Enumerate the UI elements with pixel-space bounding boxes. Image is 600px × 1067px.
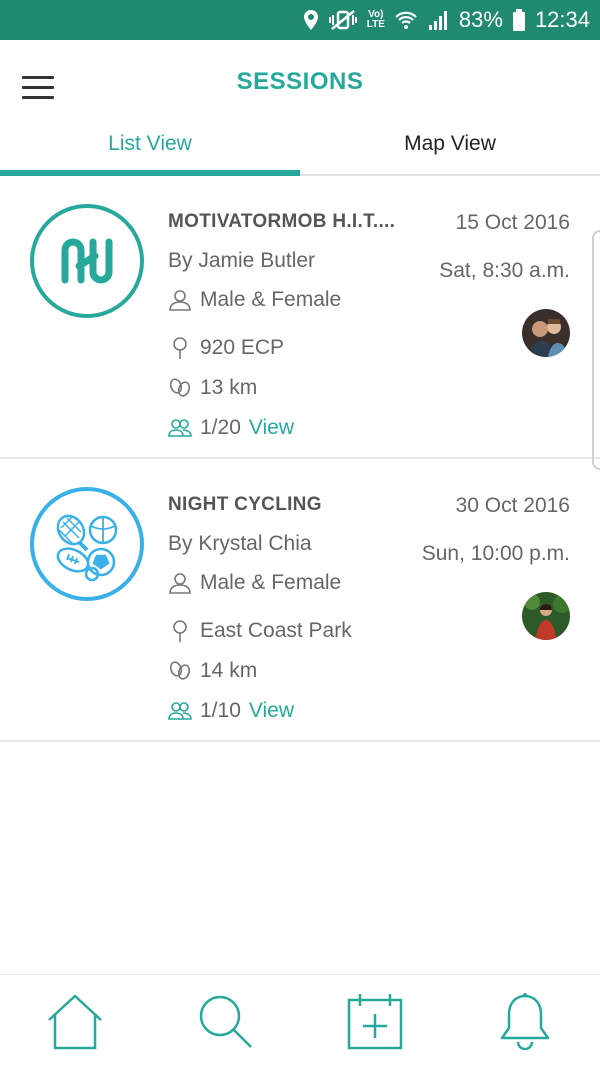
location-pin-icon bbox=[303, 9, 319, 31]
session-location: 920 ECP bbox=[168, 336, 284, 360]
footprints-icon bbox=[169, 378, 191, 397]
person-icon bbox=[169, 573, 191, 594]
session-time: Sat, 8:30 a.m. bbox=[439, 259, 570, 282]
battery-icon bbox=[512, 9, 525, 31]
location-pin-icon bbox=[173, 620, 187, 642]
session-gender-label: Male & Female bbox=[200, 571, 342, 594]
page-title: SESSIONS bbox=[236, 68, 364, 95]
add-event-icon[interactable] bbox=[345, 991, 405, 1051]
bell-icon[interactable] bbox=[495, 991, 555, 1051]
footprints-icon bbox=[169, 661, 191, 680]
session-gender-label: Male & Female bbox=[200, 288, 342, 311]
session-date: 30 Oct 2016 bbox=[455, 494, 570, 517]
app-header: SESSIONS bbox=[0, 40, 600, 120]
avatar[interactable] bbox=[522, 309, 570, 357]
wifi-icon bbox=[395, 10, 417, 30]
participant-count: 1/20 bbox=[200, 416, 241, 439]
home-icon[interactable] bbox=[45, 991, 105, 1051]
session-distance: 13 km bbox=[168, 376, 257, 400]
session-list: MOTIVATORMOB H.I.T.... By Jamie Butler M… bbox=[0, 176, 600, 742]
battery-percent: 83% bbox=[458, 7, 503, 32]
session-location: East Coast Park bbox=[168, 619, 352, 643]
clock: 12:34 bbox=[534, 7, 590, 32]
tab-list-view[interactable]: List View bbox=[0, 120, 300, 176]
session-distance-label: 13 km bbox=[200, 376, 258, 399]
person-icon bbox=[169, 290, 191, 311]
session-participants: 1/10 View bbox=[168, 699, 294, 723]
session-time: Sun, 10:00 p.m. bbox=[421, 542, 570, 565]
status-bar: Vo) LTE 83% 12:34 bbox=[0, 0, 600, 40]
session-participants: 1/20 View bbox=[168, 416, 294, 440]
bottom-nav bbox=[0, 974, 600, 1067]
tab-map-view[interactable]: Map View bbox=[300, 120, 600, 174]
session-distance: 14 km bbox=[168, 659, 257, 683]
session-distance-label: 14 km bbox=[200, 659, 258, 682]
avatar[interactable] bbox=[522, 592, 570, 640]
session-gender: Male & Female bbox=[168, 288, 341, 312]
session-card[interactable]: MOTIVATORMOB H.I.T.... By Jamie Butler M… bbox=[0, 176, 600, 459]
view-participants-link[interactable]: View bbox=[249, 699, 294, 723]
location-pin-icon bbox=[173, 337, 187, 359]
scroll-indicator bbox=[592, 230, 600, 470]
tab-map-view-label: Map View bbox=[404, 132, 496, 155]
session-organizer: By Krystal Chia bbox=[168, 532, 312, 555]
vibrate-mute-icon bbox=[328, 9, 357, 31]
session-title: MOTIVATORMOB H.I.T.... bbox=[168, 211, 396, 232]
group-icon bbox=[168, 702, 192, 720]
signal-icon bbox=[427, 10, 449, 30]
view-participants-link[interactable]: View bbox=[249, 416, 294, 440]
session-gender: Male & Female bbox=[168, 571, 341, 595]
session-date: 15 Oct 2016 bbox=[455, 211, 570, 234]
session-location-label: 920 ECP bbox=[200, 336, 285, 359]
search-icon[interactable] bbox=[195, 991, 255, 1051]
view-tabs: List View Map View bbox=[0, 120, 600, 176]
session-title: NIGHT CYCLING bbox=[168, 494, 322, 515]
session-location-label: East Coast Park bbox=[200, 619, 352, 642]
tab-list-view-label: List View bbox=[108, 132, 192, 155]
lte-indicator: Vo) LTE bbox=[367, 10, 385, 30]
session-card[interactable]: NIGHT CYCLING By Krystal Chia Male & Fem… bbox=[0, 459, 600, 742]
session-organizer: By Jamie Butler bbox=[168, 249, 316, 272]
group-icon bbox=[168, 419, 192, 437]
motivatormob-logo-icon bbox=[30, 204, 144, 318]
sports-balls-icon bbox=[30, 487, 144, 601]
participant-count: 1/10 bbox=[200, 699, 241, 722]
lte-bottom-label: LTE bbox=[366, 19, 385, 30]
